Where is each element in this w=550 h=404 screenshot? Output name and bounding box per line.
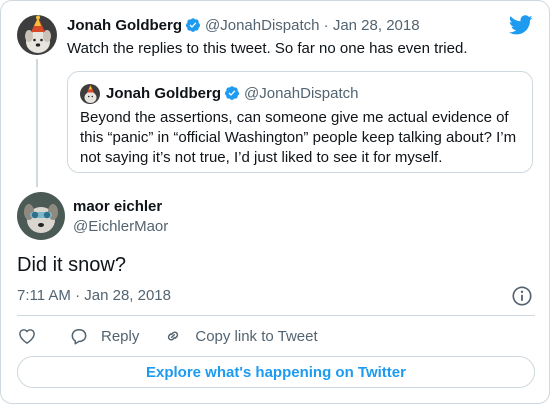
avatar[interactable] bbox=[17, 15, 57, 55]
parent-author-name[interactable]: Jonah Goldberg bbox=[67, 17, 182, 34]
parent-tweet-header: Jonah Goldberg @JonahDispatch · Jan 28, 2… bbox=[67, 16, 420, 36]
twitter-bird-icon[interactable] bbox=[509, 13, 533, 37]
author-handle[interactable]: @EichlerMaor bbox=[73, 217, 168, 237]
avatar bbox=[80, 84, 100, 104]
reply-label: Reply bbox=[101, 327, 140, 345]
verified-badge-icon bbox=[225, 86, 240, 100]
author-name[interactable]: maor eichler bbox=[73, 197, 162, 217]
quoted-tweet-header: Jonah Goldberg @JonahDispatch bbox=[106, 84, 358, 104]
like-button[interactable] bbox=[17, 326, 37, 346]
explore-button[interactable]: Explore what's happening on Twitter bbox=[17, 356, 535, 388]
parent-tweet-text: Watch the replies to this tweet. So far … bbox=[67, 40, 468, 57]
parent-author-handle[interactable]: @JonahDispatch bbox=[205, 17, 319, 34]
avatar[interactable] bbox=[17, 192, 65, 240]
divider bbox=[17, 315, 535, 316]
quoted-author-name: Jonah Goldberg bbox=[106, 85, 222, 102]
tweet-timestamp[interactable]: 7:11 AM · Jan 28, 2018 bbox=[17, 286, 171, 306]
embedded-tweet-card: Jonah Goldberg @JonahDispatch · Jan 28, 2… bbox=[0, 0, 550, 404]
verified-badge-icon bbox=[186, 18, 201, 32]
heart-icon bbox=[19, 329, 35, 344]
link-icon bbox=[168, 331, 179, 341]
quoted-author-handle: @JonahDispatch bbox=[244, 85, 359, 102]
reply-button[interactable]: Reply bbox=[69, 326, 139, 346]
thread-line bbox=[36, 59, 38, 187]
action-bar: Reply Copy link to Tweet bbox=[17, 326, 318, 346]
quoted-tweet[interactable]: Jonah Goldberg @JonahDispatch Beyond the … bbox=[67, 71, 533, 173]
copy-link-label: Copy link to Tweet bbox=[195, 327, 318, 345]
quoted-tweet-text: Beyond the assertions, can someone give … bbox=[80, 109, 517, 166]
dog-party-hat-avatar-icon bbox=[17, 15, 57, 55]
separator: · bbox=[323, 17, 329, 34]
dog-avatar-icon bbox=[17, 192, 65, 240]
tweet-text: Did it snow? bbox=[17, 254, 126, 276]
speech-bubble-icon bbox=[71, 329, 87, 345]
parent-tweet-date[interactable]: Jan 28, 2018 bbox=[333, 17, 420, 34]
copy-link-button[interactable]: Copy link to Tweet bbox=[163, 326, 318, 346]
dog-party-hat-avatar-icon bbox=[80, 84, 100, 104]
info-icon[interactable] bbox=[511, 285, 533, 307]
